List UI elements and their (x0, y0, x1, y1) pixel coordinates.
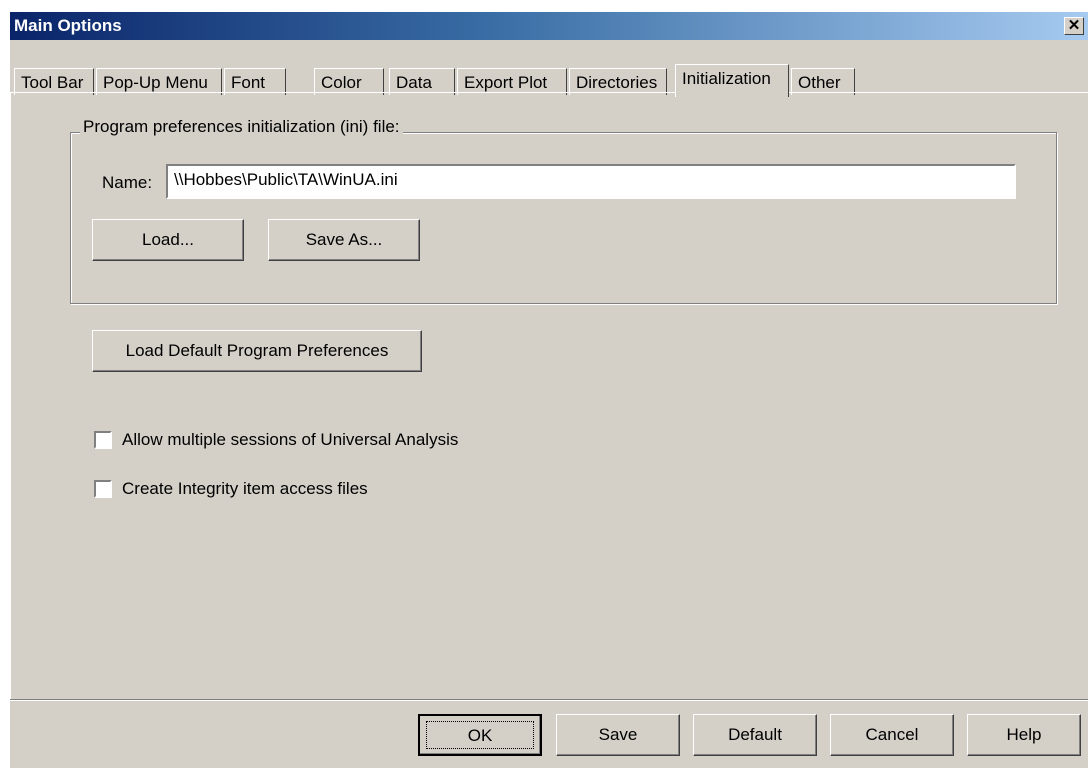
tab-data[interactable]: Data (389, 68, 455, 95)
tab-export-plot[interactable]: Export Plot (457, 68, 567, 95)
footer-separator-highlight (10, 700, 1088, 701)
ini-name-field[interactable]: \\Hobbes\Public\TA\WinUA.ini (166, 164, 1016, 199)
tab-color[interactable]: Color (314, 68, 384, 95)
save-button-label: Save (598, 725, 638, 744)
focus-rectangle (426, 721, 534, 749)
save-as-button-label: Save As... (305, 230, 383, 249)
allow-multiple-sessions-label[interactable]: Allow multiple sessions of Universal Ana… (122, 430, 458, 450)
create-integrity-files-checkbox[interactable] (94, 480, 112, 498)
allow-multiple-sessions-checkbox[interactable] (94, 431, 112, 449)
name-label: Name: (102, 173, 153, 192)
panel-edge (10, 92, 11, 699)
tab-tool-bar[interactable]: Tool Bar (14, 68, 94, 95)
tab-directories[interactable]: Directories (569, 68, 667, 95)
ini-file-groupbox (70, 132, 1057, 304)
help-button[interactable]: Help (967, 714, 1081, 756)
window-title: Main Options (14, 16, 122, 35)
tab-pop-up-menu[interactable]: Pop-Up Menu (96, 68, 222, 95)
load-button[interactable]: Load... (92, 219, 244, 261)
close-icon[interactable]: ✕ (1064, 17, 1084, 35)
cancel-button[interactable]: Cancel (830, 714, 954, 756)
title-bar[interactable]: Main Options ✕ (10, 12, 1088, 40)
save-as-button[interactable]: Save As... (268, 219, 420, 261)
tab-other[interactable]: Other (791, 68, 855, 95)
create-integrity-files-label[interactable]: Create Integrity item access files (122, 479, 368, 499)
default-button-label: Default (728, 725, 782, 744)
main-options-dialog: Main Options ✕ Tool Bar Pop-Up Menu Font… (10, 12, 1088, 768)
tab-initialization[interactable]: Initialization (675, 64, 789, 97)
cancel-button-label: Cancel (865, 725, 919, 744)
save-button[interactable]: Save (556, 714, 680, 756)
ini-group-label: Program preferences initialization (ini)… (80, 117, 403, 137)
load-default-label: Load Default Program Preferences (125, 341, 389, 360)
tab-font[interactable]: Font (224, 68, 286, 95)
load-default-preferences-button[interactable]: Load Default Program Preferences (92, 330, 422, 372)
default-button[interactable]: Default (693, 714, 817, 756)
ok-button[interactable]: OK (418, 714, 542, 756)
help-button-label: Help (1006, 725, 1042, 744)
load-button-label: Load... (142, 230, 194, 249)
